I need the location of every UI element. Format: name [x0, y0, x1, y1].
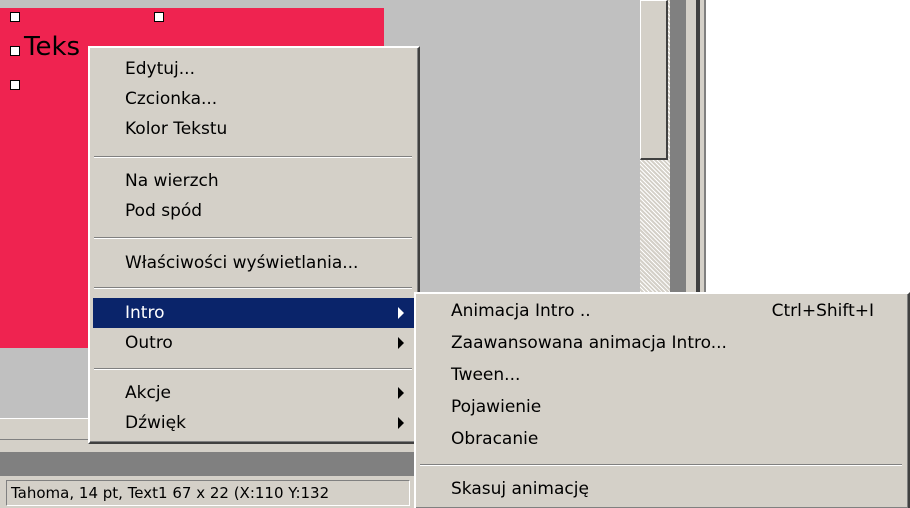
vertical-scrollbar-thumb[interactable] [640, 0, 668, 160]
submenu-item-rotate[interactable]: Obracanie [419, 424, 904, 454]
submenu-item-delete-animation[interactable]: Skasuj animację [419, 474, 904, 504]
menu-item-sound[interactable]: Dźwięk [93, 408, 414, 438]
menu-separator [94, 156, 412, 158]
menu-item-intro[interactable]: Intro [93, 298, 414, 328]
menu-item-label: Edytuj... [125, 59, 195, 79]
menu-separator [420, 464, 902, 466]
resize-handle-top-right[interactable] [154, 12, 164, 22]
menu-separator [94, 237, 412, 239]
resize-handle-middle-left[interactable] [10, 46, 20, 56]
menu-item-label: Obracanie [451, 429, 539, 449]
selected-text-element[interactable]: Teks [24, 32, 80, 62]
menu-item-label: Pod spód [125, 201, 203, 221]
menu-item-font[interactable]: Czcionka... [93, 84, 414, 114]
menu-separator [94, 368, 412, 370]
menu-item-label: Outro [125, 333, 173, 353]
menu-item-label: Pojawienie [451, 397, 542, 417]
resize-handle-top-left[interactable] [10, 12, 20, 22]
menu-item-label: Akcje [125, 383, 172, 403]
menu-item-label: Zaawansowana animacja Intro... [451, 333, 727, 353]
menu-item-label: Dźwięk [125, 413, 186, 433]
submenu-arrow-icon [398, 417, 404, 429]
menu-item-label: Animacja Intro .. [451, 301, 591, 321]
menu-item-edit[interactable]: Edytuj... [93, 54, 414, 84]
submenu-item-fade-in[interactable]: Pojawienie [419, 392, 904, 422]
submenu-item-intro-animation[interactable]: Animacja Intro .. Ctrl+Shift+I [419, 296, 904, 326]
intro-submenu: Animacja Intro .. Ctrl+Shift+I Zaawansowa… [414, 292, 910, 508]
menu-item-label: Skasuj animację [451, 479, 589, 499]
context-menu: Edytuj... Czcionka... Kolor Tekstu Na wi… [88, 46, 420, 444]
menu-item-send-to-back[interactable]: Pod spód [93, 196, 414, 226]
menu-item-label: Intro [125, 303, 165, 323]
menu-item-label: Kolor Tekstu [125, 119, 228, 139]
status-text: Tahoma, 14 pt, Text1 67 x 22 (X:110 Y:13… [6, 480, 410, 506]
menu-item-actions[interactable]: Akcje [93, 378, 414, 408]
menu-item-outro[interactable]: Outro [93, 328, 414, 358]
menu-item-label: Właściwości wyświetlania... [125, 253, 359, 273]
resize-handle-bottom-left[interactable] [10, 80, 20, 90]
menu-item-label: Czcionka... [125, 89, 218, 109]
menu-separator [94, 287, 412, 289]
menu-item-shortcut: Ctrl+Shift+I [771, 301, 874, 321]
menu-item-display-properties[interactable]: Właściwości wyświetlania... [93, 248, 414, 278]
submenu-arrow-icon [398, 387, 404, 399]
submenu-item-advanced-intro-animation[interactable]: Zaawansowana animacja Intro... [419, 328, 904, 358]
submenu-item-tween[interactable]: Tween... [419, 360, 904, 390]
menu-item-text-color[interactable]: Kolor Tekstu [93, 114, 414, 144]
menu-item-label: Na wierzch [125, 171, 219, 191]
submenu-arrow-icon [398, 307, 404, 319]
submenu-arrow-icon [398, 337, 404, 349]
menu-item-label: Tween... [451, 365, 521, 385]
menu-item-bring-to-front[interactable]: Na wierzch [93, 166, 414, 196]
